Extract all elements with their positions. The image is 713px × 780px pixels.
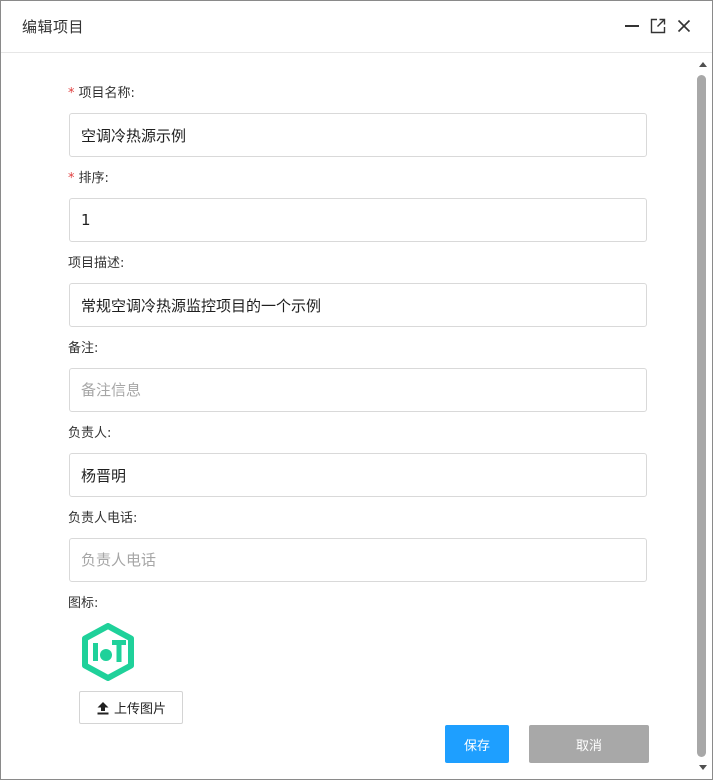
upload-image-button[interactable]: 上传图片 <box>79 691 183 724</box>
dialog-titlebar: 编辑项目 <box>1 1 712 53</box>
edit-project-dialog: 编辑项目 *项目名称: *排序: 项目描述: 备注: <box>0 0 713 780</box>
minimize-icon[interactable] <box>623 17 641 35</box>
project-name-label: * 项目名称: <box>68 86 135 102</box>
owner-phone-input[interactable] <box>69 538 647 582</box>
remark-label: 备注: <box>68 341 99 356</box>
description-input[interactable] <box>69 283 647 327</box>
close-icon[interactable] <box>675 17 693 35</box>
project-name-input[interactable] <box>69 113 647 157</box>
owner-input[interactable] <box>69 453 647 497</box>
cancel-button[interactable]: 取消 <box>529 725 649 763</box>
scroll-down-arrow-icon[interactable] <box>699 765 707 770</box>
required-mark: * <box>68 171 75 186</box>
save-button[interactable]: 保存 <box>445 725 509 763</box>
icon-label: 图标: <box>68 596 99 611</box>
sort-label: * 排序: <box>68 171 109 187</box>
remark-input[interactable] <box>69 368 647 412</box>
iot-logo-icon <box>79 623 137 681</box>
maximize-icon[interactable] <box>649 17 667 35</box>
sort-input[interactable] <box>69 198 647 242</box>
project-name-label-text: 项目名称: <box>78 86 135 101</box>
owner-label: 负责人: <box>68 426 112 441</box>
sort-label-text: 排序: <box>78 171 109 186</box>
scrollbar-thumb[interactable] <box>697 75 706 757</box>
dialog-title: 编辑项目 <box>22 18 85 36</box>
description-label: 项目描述: <box>68 256 125 271</box>
scroll-up-arrow-icon[interactable] <box>699 62 707 67</box>
required-mark: * <box>68 86 75 101</box>
upload-image-label: 上传图片 <box>113 702 166 717</box>
vertical-scrollbar[interactable] <box>694 53 712 779</box>
owner-phone-label: 负责人电话: <box>68 511 138 526</box>
upload-icon <box>96 701 110 715</box>
